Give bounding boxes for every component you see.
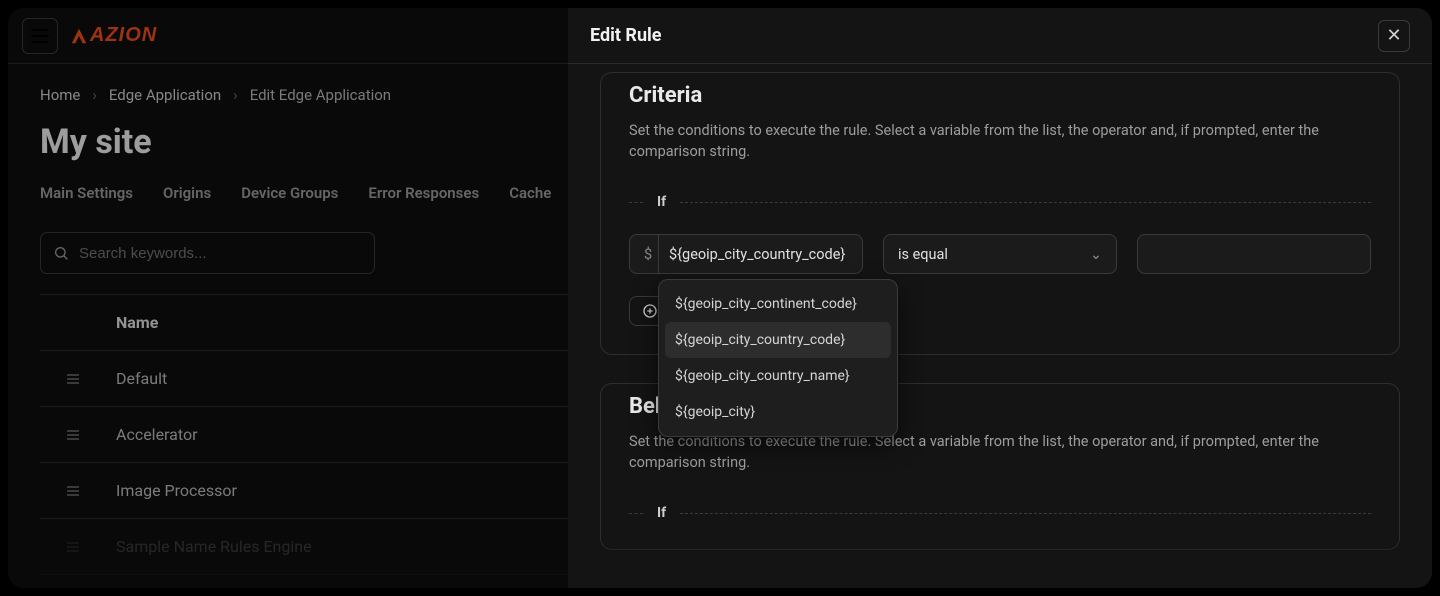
criteria-row: $ ${geoip_city_country_code} ${geoip_cit…: [629, 234, 1371, 274]
if-label: If: [657, 194, 666, 210]
criteria-section: Criteria Set the conditions to execute t…: [600, 72, 1400, 355]
drawer-body: Criteria Set the conditions to execute t…: [568, 64, 1432, 588]
behaviours-description: Set the conditions to execute the rule. …: [629, 431, 1371, 473]
drawer-header: Edit Rule ✕: [568, 8, 1432, 64]
operator-value: is equal: [898, 246, 948, 263]
behaviours-if-row: If: [629, 505, 1371, 521]
plus-circle-icon: [642, 303, 658, 319]
dropdown-option[interactable]: ${geoip_city}: [665, 394, 891, 430]
dropdown-option[interactable]: ${geoip_city_country_name}: [665, 358, 891, 394]
variable-value: ${geoip_city_country_code}: [669, 246, 845, 263]
close-icon: ✕: [1386, 25, 1401, 46]
if-label: If: [657, 505, 666, 521]
app-window: AZION Home › Edge Application › Edit Edg…: [8, 8, 1432, 588]
close-button[interactable]: ✕: [1378, 20, 1410, 52]
variable-dropdown: ${geoip_city_continent_code} ${geoip_cit…: [658, 279, 898, 437]
criteria-if-row: If: [629, 194, 1371, 210]
edit-rule-drawer: Edit Rule ✕ Criteria Set the conditions …: [568, 8, 1432, 588]
variable-prefix: $: [630, 235, 659, 273]
criteria-description: Set the conditions to execute the rule. …: [629, 120, 1371, 162]
drawer-title: Edit Rule: [590, 25, 662, 46]
dropdown-option[interactable]: ${geoip_city_continent_code}: [665, 286, 891, 322]
operator-select[interactable]: is equal ⌄: [883, 234, 1117, 274]
chevron-down-icon: ⌄: [1090, 246, 1102, 263]
variable-select[interactable]: $ ${geoip_city_country_code} ${geoip_cit…: [629, 234, 863, 274]
criteria-heading: Criteria: [629, 73, 1371, 108]
comparison-input[interactable]: [1137, 234, 1371, 274]
dropdown-option[interactable]: ${geoip_city_country_code}: [665, 322, 891, 358]
